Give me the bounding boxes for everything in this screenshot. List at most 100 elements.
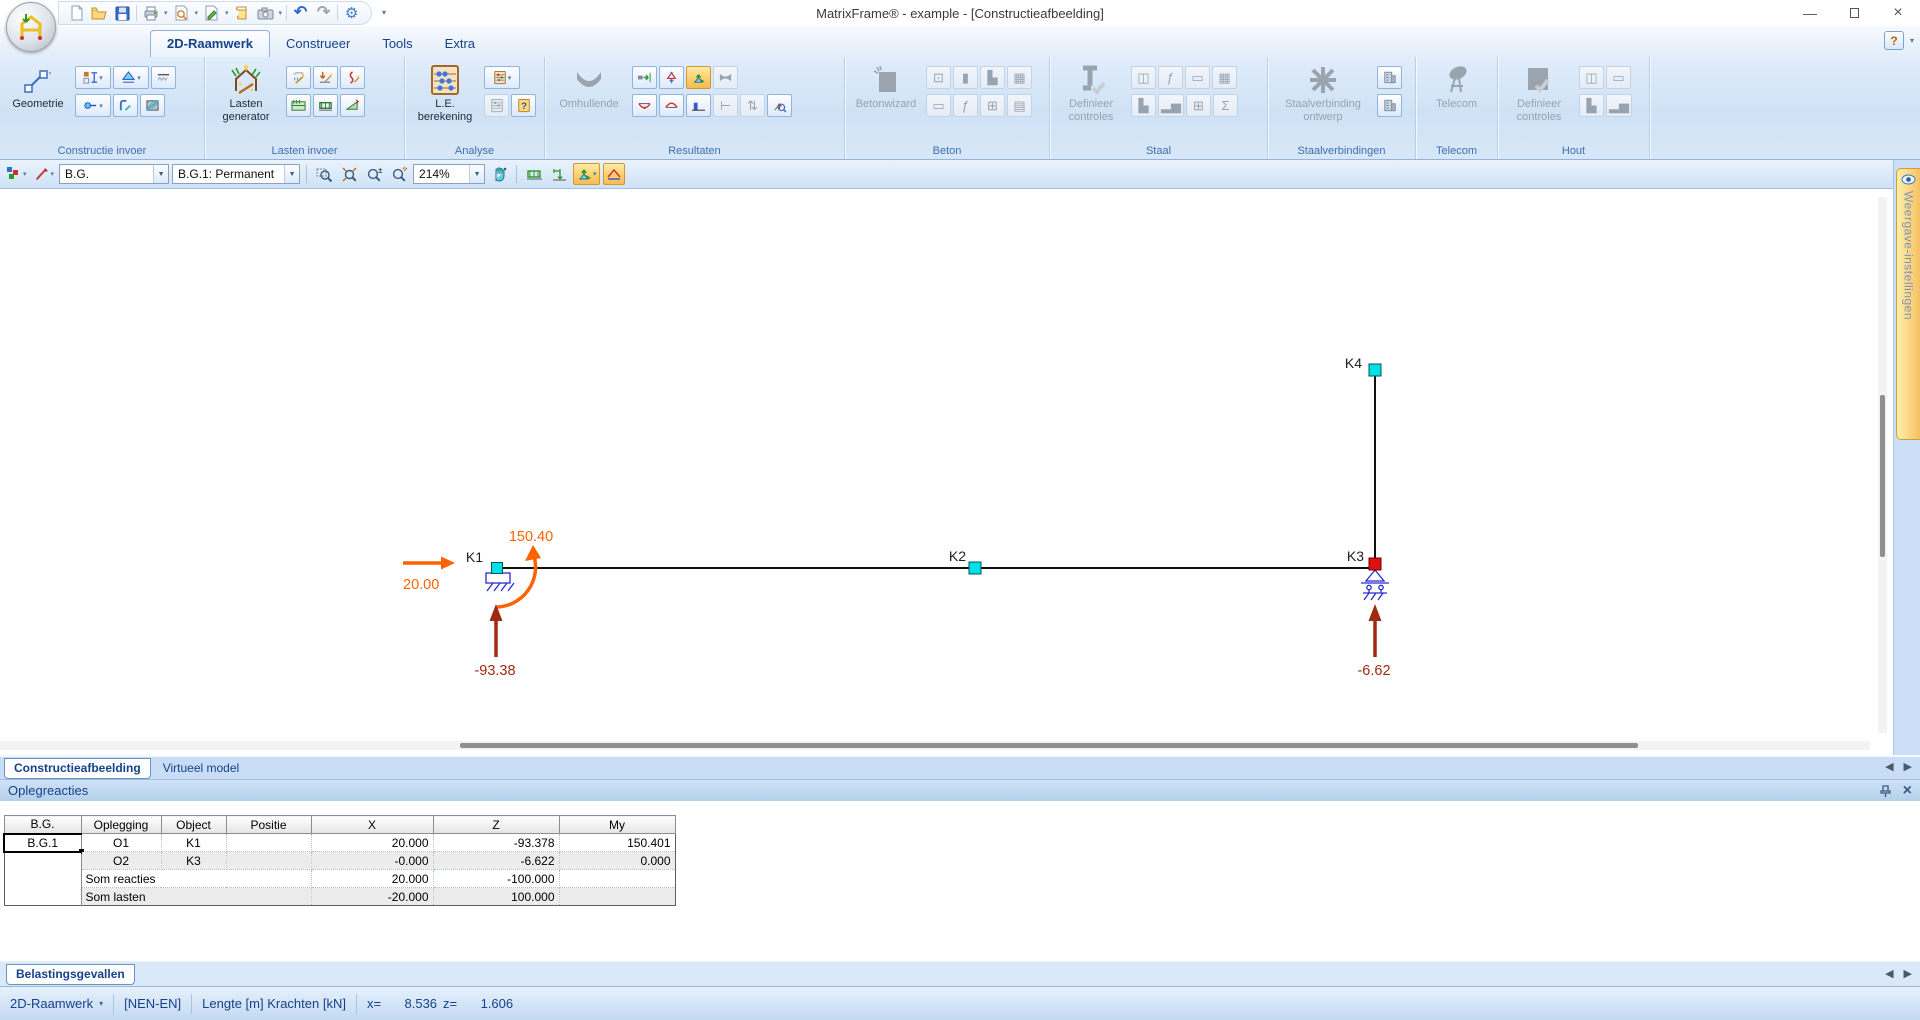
node-k2[interactable] [969,562,981,574]
display-options-button[interactable]: ▾ [4,163,29,185]
col-x[interactable]: X [311,816,433,834]
lasten-generator-button[interactable]: Lasten generator [210,60,282,141]
load-point-button[interactable] [313,66,338,89]
pan-button[interactable] [488,163,510,185]
ribbon-collapse-icon[interactable]: ▾ [1910,36,1914,45]
beam-member[interactable] [497,370,1375,568]
show-dimensions-button[interactable] [548,163,570,185]
node-k4[interactable] [1369,364,1381,376]
help-button[interactable]: ? [1884,31,1904,50]
diagram-button[interactable] [686,94,711,117]
close-button[interactable]: × [1876,0,1920,26]
minimize-button[interactable]: — [1788,0,1832,26]
dropdown-icon: ▾ [593,170,597,178]
connection-check-button[interactable] [1377,94,1402,117]
combo-dropdown-icon[interactable]: ▼ [153,165,168,183]
geometrie-button[interactable]: Geometrie [5,60,71,141]
col-my[interactable]: My [559,816,675,834]
inspect-results-button[interactable] [767,94,792,117]
col-positie[interactable]: Positie [226,816,311,834]
pin-icon[interactable] [1880,785,1891,798]
show-extremes-toggle[interactable] [603,163,625,185]
load-deformation-button[interactable] [340,66,365,89]
load-case-combo[interactable]: B.G.1: Permanent ▼ [172,164,300,184]
load-arrow-fx[interactable]: 20.00 [403,557,455,594]
show-reactions-toggle[interactable]: ▾ [573,163,600,185]
releases-button[interactable] [113,94,138,117]
profiles-button[interactable]: ▾ [75,66,111,89]
node-k1[interactable] [492,563,503,574]
load-beam-button[interactable] [313,94,338,117]
connection-library-button[interactable] [1377,66,1402,89]
moment-line-button[interactable] [632,94,657,117]
nodes[interactable] [492,364,1382,574]
sum-reactions-label[interactable]: Som reacties [81,870,311,888]
displacements-button[interactable] [632,66,657,89]
subgrade-icon [156,70,171,85]
col-oplegging[interactable]: Oplegging [81,816,161,834]
triangle-load-icon [345,98,360,113]
hout-tool-2-button: ▭ [1606,66,1631,89]
sum-loads-label[interactable]: Som lasten [81,888,311,906]
combo-dropdown-icon[interactable]: ▼ [284,165,299,183]
calculation-help-button[interactable]: ? [511,94,536,117]
vertical-scrollbar[interactable] [1878,197,1887,733]
panel-close-icon[interactable]: × [1903,782,1912,800]
zoom-level-combo[interactable]: 214% ▼ [413,164,485,184]
cell-bg1-selected[interactable]: B.G.1 [4,834,81,852]
hinges-button[interactable]: ▾ [75,94,111,117]
bg-selector-combo[interactable]: B.G. ▼ [59,164,169,184]
statusbar-mode-selector[interactable]: 2D-Raamwerk ▾ [10,996,103,1011]
cell-bg-empty[interactable] [4,852,81,906]
node-k3-selected[interactable] [1369,558,1381,570]
load-triangle-button[interactable] [340,94,365,117]
col-bg[interactable]: B.G. [4,816,81,834]
doc-tab-prev-icon[interactable]: ◀ [1885,760,1893,773]
reaction-arrow-k1[interactable]: -93.38 [474,604,515,679]
zoom-extents-button[interactable] [338,163,360,185]
tab-virtueel-model[interactable]: Virtueel model [154,759,249,778]
moment-extreme-button[interactable] [659,94,684,117]
tab-constructieafbeelding[interactable]: Constructieafbeelding [4,758,151,779]
results-panel-body: B.G. Oplegging Object Positie X Z My B.G… [0,801,1920,961]
supports-button[interactable]: ▾ [113,66,149,89]
reactions-button[interactable] [659,66,684,89]
plates-button[interactable] [140,94,165,117]
reaction-k1-label: -93.38 [474,663,515,679]
tab-2d-raamwerk[interactable]: 2D-Raamwerk [150,30,270,57]
tab-tools[interactable]: Tools [366,31,428,57]
zoom-window-button[interactable] [313,163,335,185]
subgrade-button[interactable] [151,66,176,89]
vertical-scrollbar-thumb[interactable] [1880,395,1885,557]
support-k3[interactable] [1361,570,1389,600]
tab-extra[interactable]: Extra [429,31,491,57]
support-reactions-toggle[interactable] [686,66,711,89]
load-climate-button[interactable] [286,66,311,89]
ribbon-group-analyse: L.E. berekening ▾ ? [405,57,545,159]
weergave-instellingen-tab[interactable]: Weergave-instellingen [1896,168,1920,440]
combo-dropdown-icon[interactable]: ▼ [469,165,484,183]
bottom-tab-prev-icon[interactable]: ◀ [1885,967,1893,980]
svg-text:±: ± [378,166,383,175]
zoom-dynamic-button[interactable] [388,163,410,185]
tab-construeer[interactable]: Construeer [270,31,366,57]
bottom-tab-next-icon[interactable]: ▶ [1904,967,1912,980]
tab-belastingsgevallen[interactable]: Belastingsgevallen [6,964,135,985]
load-table-button[interactable] [286,94,311,117]
horizontal-scrollbar-thumb[interactable] [460,743,1638,748]
le-berekening-button[interactable]: L.E. berekening [410,60,480,141]
col-object[interactable]: Object [161,816,226,834]
support-k1[interactable] [486,573,514,591]
calculation-options-button[interactable]: ▾ [484,66,520,89]
col-z[interactable]: Z [433,816,559,834]
reaction-arrow-k3[interactable]: -6.62 [1357,604,1390,679]
drawing-canvas[interactable]: 20.00 150.40 -93.38 -6.62 [0,189,1920,755]
redline-button[interactable]: ▾ [32,163,57,185]
doc-tab-next-icon[interactable]: ▶ [1904,760,1912,773]
reactions-table[interactable]: B.G. Oplegging Object Positie X Z My B.G… [3,815,676,906]
zoom-in-out-button[interactable]: ± [363,163,385,185]
horizontal-scrollbar[interactable] [0,741,1870,750]
application-button[interactable] [6,2,56,52]
show-loads-button[interactable] [523,163,545,185]
restore-button[interactable] [1832,0,1876,26]
